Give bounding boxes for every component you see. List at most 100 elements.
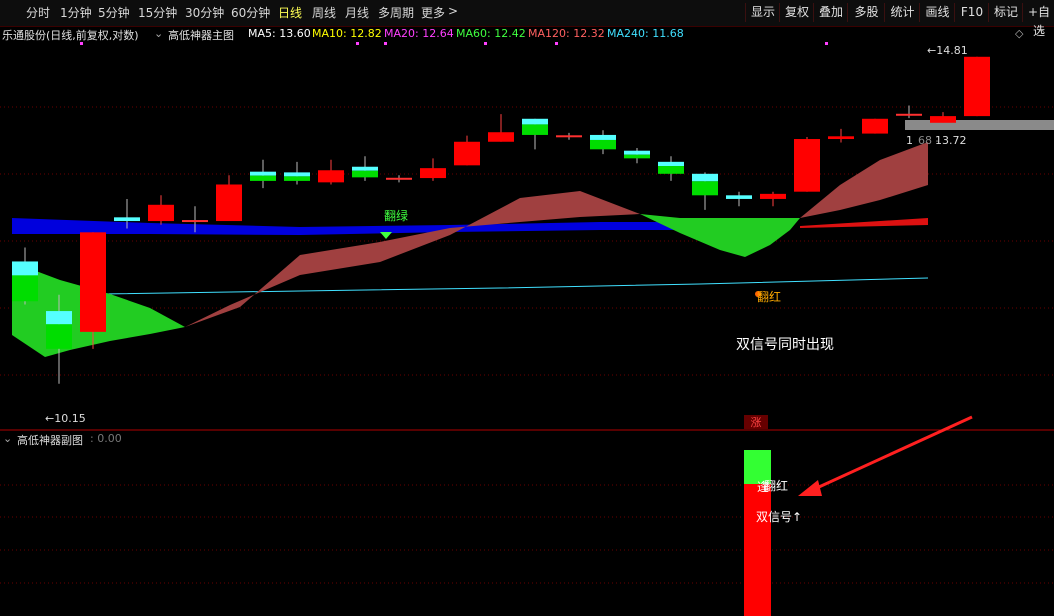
flip-green-label: 翻绿 [384,208,408,223]
candle-body-9 [318,170,344,183]
ma240-line [99,277,929,295]
more-chevron-icon[interactable]: > [448,4,458,18]
sub-dual-signal-label: 双信号↑ [756,510,802,524]
flip-green-arrow-icon [380,232,392,239]
collapse-icon[interactable]: ⌄ [3,432,12,445]
candle-body-8 [284,176,310,181]
toolbar-button-3[interactable]: 多股 [847,3,885,22]
sub-indicator-bar: ⌄ 高低神器副图 : 0.00 [0,431,1054,447]
ma-readout-2: MA20: 12.64 [384,27,454,40]
high-price-label: ←14.81 [927,44,968,57]
sub-indicator-value: : 0.00 [90,432,122,445]
candle-cap-1 [46,311,72,325]
top-marker-0 [80,42,83,45]
period-tab-10[interactable]: 更多 [421,4,445,21]
candle-cap-15 [522,118,548,125]
candle-body-27 [930,116,956,123]
diamond-icon[interactable]: ◇ [1015,27,1023,40]
toolbar-button-0[interactable]: 显示 [745,3,780,22]
period-toolbar: 分时 1分钟 5分钟 15分钟 30分钟 60分钟 日线 周线 月线 多周期 更多 > 显示 复权 叠加 多股… [0,0,1054,38]
candle-body-25 [862,118,888,134]
candle-body-22 [760,193,786,199]
top-marker-5 [825,42,828,45]
candle-body-13 [454,141,480,166]
dual-signal-text: 双信号同时出现 [736,337,834,353]
ma-readout-4: MA120: 12.32 [528,27,605,40]
candle-body-6 [216,184,242,222]
pointer-arrow-head-icon [798,480,822,496]
price-level-band [905,120,1054,130]
candle-body-28 [964,56,990,117]
toolbar-button-5[interactable]: 画线 [919,3,955,22]
green-cloud-middle [640,214,800,257]
sub-flip-red-label: 翻红 [764,478,788,493]
main-indicator-name[interactable]: 高低神器主图 [168,27,234,43]
candle-cap-3 [114,217,140,222]
sub-red-bar [744,484,771,616]
toolbar-button-7[interactable]: 标记 [988,3,1023,22]
ma-readout-3: MA60: 12.42 [456,27,526,40]
candle-cap-10 [352,166,378,171]
period-tab-8[interactable]: 月线 [345,4,369,21]
mid-price-label: 13.72 [935,134,967,147]
candle-cap-19 [658,161,684,167]
toolbar-button-6[interactable]: F10 [954,3,989,22]
period-tab-3[interactable]: 15分钟 [138,4,177,21]
toolbar-button-4[interactable]: 统计 [884,3,920,22]
red-cloud-left [185,191,640,327]
candle-body-16 [556,135,582,138]
zhang-badge: 涨 [751,416,762,429]
candle-body-12 [420,168,446,179]
candle-body-23 [794,139,820,192]
candle-cap-21 [726,195,752,199]
candle-body-5 [182,220,208,223]
candle-body-11 [386,177,412,180]
toolbar-button-2[interactable]: 叠加 [813,3,848,22]
kline-chart[interactable]: ←10.15←14.811 68 -13.72翻绿翻红涨逢翻红双信号↑ [0,42,1054,616]
candle-cap-8 [284,172,310,177]
candle-body-19 [658,166,684,174]
top-marker-3 [484,42,487,45]
collapse-up-icon[interactable]: ⌃ [1037,27,1046,40]
ma-readout-1: MA10: 12.82 [312,27,382,40]
candle-cap-17 [590,134,616,140]
candle-body-20 [692,181,718,196]
top-marker-1 [356,42,359,45]
toolbar-button-1[interactable]: 复权 [779,3,814,22]
period-tab-9[interactable]: 多周期 [378,4,414,21]
candle-cap-0 [12,261,38,276]
red-line-right [800,218,928,228]
toolbar-button-8[interactable]: +自选 [1022,3,1054,38]
candle-cap-18 [624,150,650,155]
period-tab-0[interactable]: 分时 [26,4,50,21]
top-marker-2 [384,42,387,45]
candle-body-24 [828,136,854,140]
candle-body-1 [46,324,72,349]
pointer-arrow-line [807,415,973,494]
indicator-collapse-icon[interactable]: ⌄ [154,27,163,40]
period-tab-7[interactable]: 周线 [312,4,336,21]
candle-body-17 [590,139,616,150]
mid-price-label-prefix: 1 [906,134,913,147]
candle-body-15 [522,124,548,135]
period-tab-6[interactable]: 日线 [278,4,302,21]
candle-body-7 [250,175,276,181]
candle-body-0 [12,275,38,302]
period-tab-4[interactable]: 30分钟 [185,4,224,21]
period-tab-1[interactable]: 1分钟 [60,4,92,21]
flip-red-label: 翻红 [757,289,781,304]
ma-readout-0: MA5: 13.60 [248,27,311,40]
candle-body-10 [352,170,378,178]
ma-readout-5: MA240: 11.68 [607,27,684,40]
sub-indicator-name[interactable]: 高低神器副图 [17,432,83,448]
candle-body-4 [148,204,174,222]
low-price-label: ←10.15 [45,412,86,425]
top-marker-4 [555,42,558,45]
candle-body-26 [896,113,922,116]
candle-cap-7 [250,171,276,176]
stock-title: 乐通股份(日线,前复权,对数) [2,29,139,42]
candle-body-18 [624,154,650,159]
candle-cap-20 [692,173,718,182]
period-tab-5[interactable]: 60分钟 [231,4,270,21]
period-tab-2[interactable]: 5分钟 [98,4,130,21]
